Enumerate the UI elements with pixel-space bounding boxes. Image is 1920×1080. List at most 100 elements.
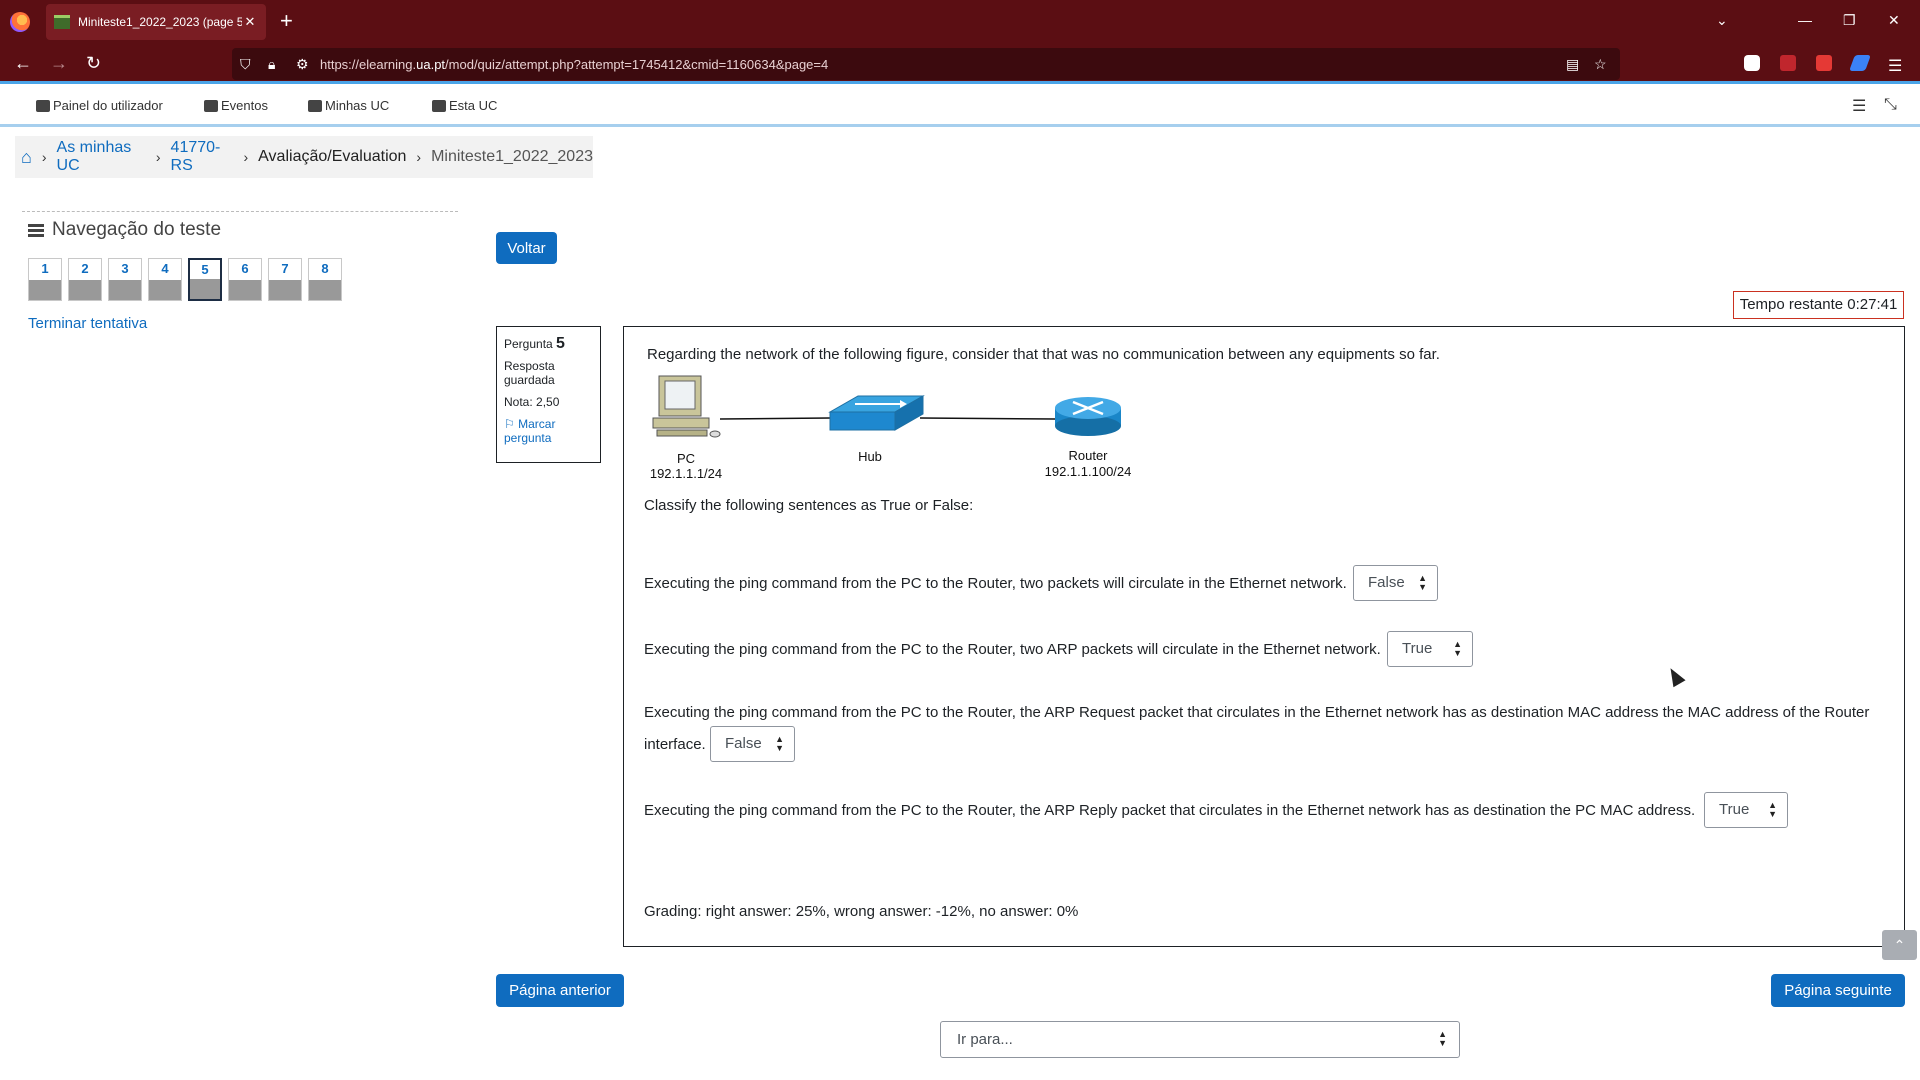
select-arrows-icon: ▲ ▼ [1418,573,1427,592]
grading-info: Grading: right answer: 25%, wrong answer… [644,903,1079,920]
lock-icon[interactable]: 🔒︎ [268,56,275,73]
router-ip-label: 192.1.1.100/24 [1044,464,1132,479]
breadcrumb-section[interactable]: Avaliação/Evaluation [258,148,406,166]
hub-label: Hub [858,449,882,464]
browser-tab-bar: Miniteste1_2022_2023 (page 5 of ✕ + ⌄ — … [0,0,1920,44]
back-button[interactable]: Voltar [496,232,557,264]
statement-3-continued: interface. [644,736,706,753]
quiz-nav-question-2[interactable]: 2 [68,258,102,301]
tab-close-icon[interactable]: ✕ [242,14,258,30]
url-text[interactable]: https://elearning.ua.pt/mod/quiz/attempt… [320,57,828,72]
question-number: 4 [161,261,169,276]
pocket-icon[interactable] [1744,55,1760,71]
breadcrumb: ⌂ › As minhas UC › 41770-RS › Avaliação/… [15,136,593,178]
bookmark-star-icon[interactable]: ☆ [1594,56,1607,73]
next-page-button[interactable]: Página seguinte [1771,974,1905,1007]
jump-to-placeholder: Ir para... [957,1031,1013,1048]
answer-select-3[interactable]: False ▲ ▼ [710,726,795,762]
sidebar-divider [22,211,458,212]
collapse-icon[interactable]: ⤡ [1884,96,1897,114]
jump-to-select[interactable]: Ir para... ▲ ▼ [940,1021,1460,1058]
briefcase-icon [308,99,322,112]
nav-this-course-label: Esta UC [449,98,498,113]
close-window-button[interactable]: ✕ [1888,12,1900,29]
shield-icon[interactable]: ⛉ [240,56,251,73]
breadcrumb-separator: › [416,149,422,165]
question-status-bar [29,280,61,300]
pc-ip-label: 192.1.1.1/24 [649,466,723,481]
statement-3: Executing the ping command from the PC t… [644,704,1870,721]
extension-badge-icon-2[interactable] [1816,55,1832,71]
scroll-to-top-button[interactable]: ⌃ [1882,930,1917,960]
statement-4: Executing the ping command from the PC t… [644,802,1696,819]
breadcrumb-current: Miniteste1_2022_2023 [431,148,593,165]
pc-label: PC [676,451,696,466]
list-icon[interactable]: ☰ [1852,96,1866,116]
browser-tab[interactable]: Miniteste1_2022_2023 (page 5 of ✕ [46,4,266,40]
time-remaining: Tempo restante 0:27:41 [1733,291,1904,319]
breadcrumb-separator: › [243,149,249,165]
firefox-logo-icon [10,12,30,32]
nav-this-course[interactable]: Esta UC [432,98,497,113]
new-tab-button[interactable]: + [280,10,293,32]
network-diagram [652,375,1121,438]
forward-arrow-icon[interactable]: → [50,54,68,72]
restore-button[interactable]: ❐ [1843,12,1856,29]
menu-hamburger-icon[interactable]: ☰ [1888,56,1902,76]
flag-question-link[interactable]: ⚐ Marcar pergunta [504,417,593,445]
quiz-nav-question-6[interactable]: 6 [228,258,262,301]
calendar-icon [204,99,218,112]
select-arrows-icon: ▲ ▼ [775,734,784,753]
router-icon [1055,397,1121,436]
answer-select-2[interactable]: True ▲ ▼ [1387,631,1473,667]
reload-icon[interactable]: ↻ [86,54,101,72]
minimize-button[interactable]: — [1798,12,1812,28]
sitemap-icon [432,99,446,112]
quiz-nav-title-text: Navegação do teste [52,219,222,240]
previous-page-button[interactable]: Página anterior [496,974,624,1007]
finish-attempt-link[interactable]: Terminar tentativa [28,315,147,332]
reader-view-icon[interactable]: ▤ [1566,56,1579,73]
nav-dashboard-label: Painel do utilizador [53,98,163,113]
breadcrumb-separator: › [41,149,47,165]
answer-select-4-value: True [1719,801,1750,818]
question-number: 6 [241,261,249,276]
quiz-nav-question-7[interactable]: 7 [268,258,302,301]
tab-list-chevron-icon[interactable]: ⌄ [1716,12,1728,29]
tab-favicon-icon [54,15,70,29]
flag-icon: ⚐ [504,417,515,431]
dashboard-icon [36,99,50,112]
quiz-nav-question-4[interactable]: 4 [148,258,182,301]
permissions-icon[interactable]: ⚙ [296,56,309,73]
question-status: Resposta guardada [504,359,555,387]
extension-badge-icon[interactable] [1780,55,1796,71]
breadcrumb-separator: › [155,149,161,165]
answer-select-4[interactable]: True ▲ ▼ [1704,792,1788,828]
breadcrumb-course[interactable]: 41770-RS [171,139,234,175]
breadcrumb-my-courses[interactable]: As minhas UC [57,139,146,175]
quiz-nav-question-5-current[interactable]: 5 [188,258,222,301]
nav-events-label: Eventos [221,98,268,113]
question-status-bar [229,280,261,300]
quiz-nav-question-1[interactable]: 1 [28,258,62,301]
question-status-bar [269,280,301,300]
question-number-value: 5 [556,335,565,352]
quiz-nav-question-8[interactable]: 8 [308,258,342,301]
answer-select-1[interactable]: False ▲ ▼ [1353,565,1438,601]
question-label: Pergunta [504,337,553,351]
classify-instruction: Classify the following sentences as True… [644,497,974,514]
question-grade: Nota: 2,50 [504,395,560,409]
question-number: 2 [81,261,89,276]
question-status-bar [190,279,220,299]
quiz-nav-question-3[interactable]: 3 [108,258,142,301]
home-icon[interactable]: ⌂ [21,147,32,168]
nav-my-courses[interactable]: Minhas UC [308,98,389,113]
nav-dashboard[interactable]: Painel do utilizador [36,98,163,113]
question-number: 1 [41,261,49,276]
question-intro: Regarding the network of the following f… [647,346,1440,363]
question-status-bar [309,280,341,300]
nav-events[interactable]: Eventos [204,98,268,113]
back-arrow-icon[interactable]: ← [14,54,32,72]
select-arrows-icon: ▲ ▼ [1453,639,1462,658]
quiz-nav-title: Navegação do teste [28,219,221,241]
